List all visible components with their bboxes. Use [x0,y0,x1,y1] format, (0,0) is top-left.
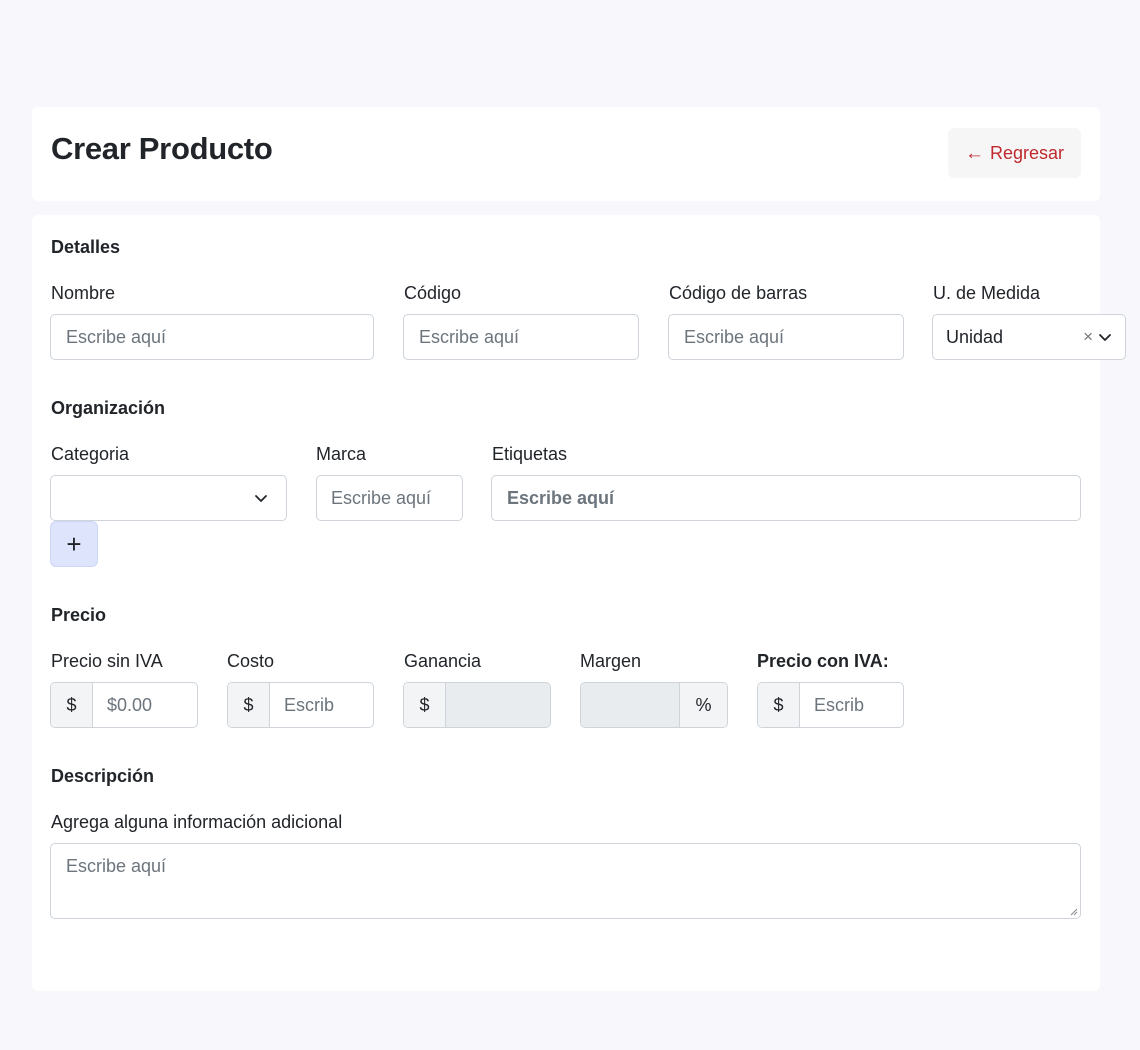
product-form: Detalles Nombre Escribe aquí Código Escr… [32,215,1126,991]
margen-label: Margen [580,651,642,671]
ganancia-group: $ [403,682,551,728]
page: Crear Producto ← Regresar Detalles Nombr… [0,0,1140,1050]
nombre-label: Nombre [51,283,116,303]
precio-sin-iva-group: $ $0.00 [50,682,198,728]
unidad-label: U. de Medida [933,283,1041,303]
categoria-label: Categoria [51,444,130,464]
costo-label: Costo [227,651,275,671]
ganancia-label: Ganancia [404,651,482,671]
dollar-addon: $ [404,683,446,727]
add-category-button[interactable]: + [50,521,98,567]
percent-addon: % [679,683,727,727]
chevron-down-icon [255,495,267,502]
description-placeholder: Escribe aquí [66,856,167,876]
plus-icon: + [66,528,82,559]
dollar-addon: $ [758,683,800,727]
etiquetas-input[interactable]: Escribe aquí [491,475,1081,521]
codigo-barras-label: Código de barras [669,283,808,303]
arrow-left-icon: ← [964,142,984,164]
codigo-label: Código [404,283,462,303]
costo-group: $ Escrib [227,682,374,728]
nombre-input[interactable]: Escribe aquí [50,314,374,360]
costo-input[interactable]: Escrib [270,683,373,727]
marca-input[interactable]: Escribe aquí [316,475,463,521]
categoria-select[interactable] [50,475,287,521]
resize-grip-icon[interactable] [1068,906,1078,916]
unidad-select-value: Unidad [946,326,1004,347]
precio-sin-iva-input[interactable]: $0.00 [93,683,197,727]
precio-con-iva-input[interactable]: Escrib [800,683,903,727]
codigo-barras-input[interactable]: Escribe aquí [668,314,904,360]
section-title-price: Precio [51,605,107,625]
back-button-label: Regresar [989,142,1065,163]
codigo-input[interactable]: Escribe aquí [403,314,639,360]
marca-label: Marca [316,444,367,464]
clear-icon[interactable]: × [1083,327,1093,347]
precio-sin-iva-label: Precio sin IVA [51,651,163,671]
page-title: Crear Producto [51,131,273,166]
description-label: Agrega alguna información adicional [51,812,343,832]
description-textarea[interactable]: Escribe aquí [50,843,1081,919]
back-button[interactable]: ← Regresar [948,128,1081,178]
chevron-down-icon[interactable] [1098,330,1112,344]
precio-con-iva-group: $ Escrib [757,682,904,728]
margen-input [581,683,679,727]
precio-con-iva-label: Precio con IVA: [757,651,889,671]
unidad-select[interactable]: Unidad × [932,314,1126,360]
section-title-description: Descripción [51,766,155,786]
dollar-addon: $ [51,683,93,727]
dollar-addon: $ [228,683,270,727]
margen-group: % [580,682,728,728]
ganancia-input [446,683,550,727]
etiquetas-label: Etiquetas [492,444,568,464]
section-title-details: Detalles [51,237,121,257]
section-title-organization: Organización [51,398,166,418]
header-card: Crear Producto ← Regresar [32,107,1100,201]
